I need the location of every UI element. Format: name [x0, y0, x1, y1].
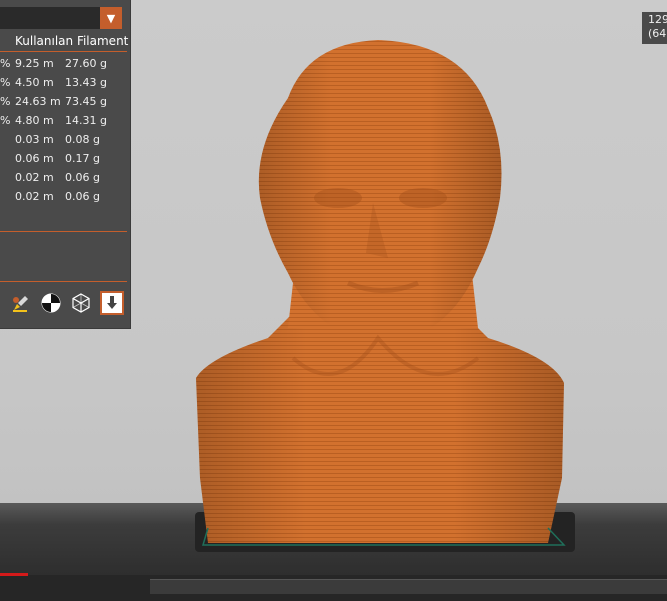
cube-wireframe-icon[interactable]	[70, 291, 92, 315]
weight-value: 0.06 g	[65, 190, 100, 203]
length-value: 0.06 m	[15, 152, 54, 165]
length-value: 24.63 m	[15, 95, 61, 108]
weight-value: 0.17 g	[65, 152, 100, 165]
filament-used-header: Kullanılan Filament	[15, 34, 129, 48]
x-axis-marker	[0, 573, 28, 576]
percent-value: %	[0, 114, 11, 127]
half-circle-icon[interactable]	[40, 291, 62, 315]
length-value: 4.50 m	[15, 76, 54, 89]
chevron-down-icon[interactable]: ▼	[100, 7, 122, 29]
length-value: 9.25 m	[15, 57, 54, 70]
3d-viewport[interactable]: ▼ Kullanılan Filament % 9.25 m 27.60 g %…	[0, 0, 667, 601]
length-value: 0.03 m	[15, 133, 54, 146]
coordinate-value: 129	[648, 13, 667, 26]
filament-row: 0.06 m 0.17 g	[0, 152, 130, 171]
filament-stats-panel: ▼ Kullanılan Filament % 9.25 m 27.60 g %…	[0, 0, 131, 329]
filament-row: 0.03 m 0.08 g	[0, 133, 130, 152]
percent-value: %	[0, 57, 11, 70]
filament-row: % 4.80 m 14.31 g	[0, 114, 130, 133]
divider	[0, 231, 127, 232]
percent-value: %	[0, 76, 11, 89]
filament-row: 0.02 m 0.06 g	[0, 171, 130, 190]
length-value: 0.02 m	[15, 190, 54, 203]
divider	[0, 281, 127, 282]
coordinate-value: (646	[648, 27, 667, 40]
filament-row: % 24.63 m 73.45 g	[0, 95, 130, 114]
percent-value: %	[0, 95, 11, 108]
build-plate-base	[150, 579, 667, 594]
paint-brush-icon[interactable]	[10, 291, 32, 315]
download-arrow-icon[interactable]	[100, 291, 124, 315]
weight-value: 73.45 g	[65, 95, 107, 108]
weight-value: 13.43 g	[65, 76, 107, 89]
weight-value: 14.31 g	[65, 114, 107, 127]
weight-value: 0.06 g	[65, 171, 100, 184]
bust-model[interactable]	[188, 38, 578, 550]
filament-row: % 9.25 m 27.60 g	[0, 57, 130, 76]
weight-value: 0.08 g	[65, 133, 100, 146]
filament-row: 0.02 m 0.06 g	[0, 190, 130, 209]
divider	[0, 51, 127, 52]
material-dropdown[interactable]: ▼	[0, 7, 122, 29]
weight-value: 27.60 g	[65, 57, 107, 70]
length-value: 0.02 m	[15, 171, 54, 184]
view-toolbar	[10, 291, 128, 317]
coordinates-tooltip: 129 (646	[642, 12, 667, 44]
length-value: 4.80 m	[15, 114, 54, 127]
filament-row: % 4.50 m 13.43 g	[0, 76, 130, 95]
